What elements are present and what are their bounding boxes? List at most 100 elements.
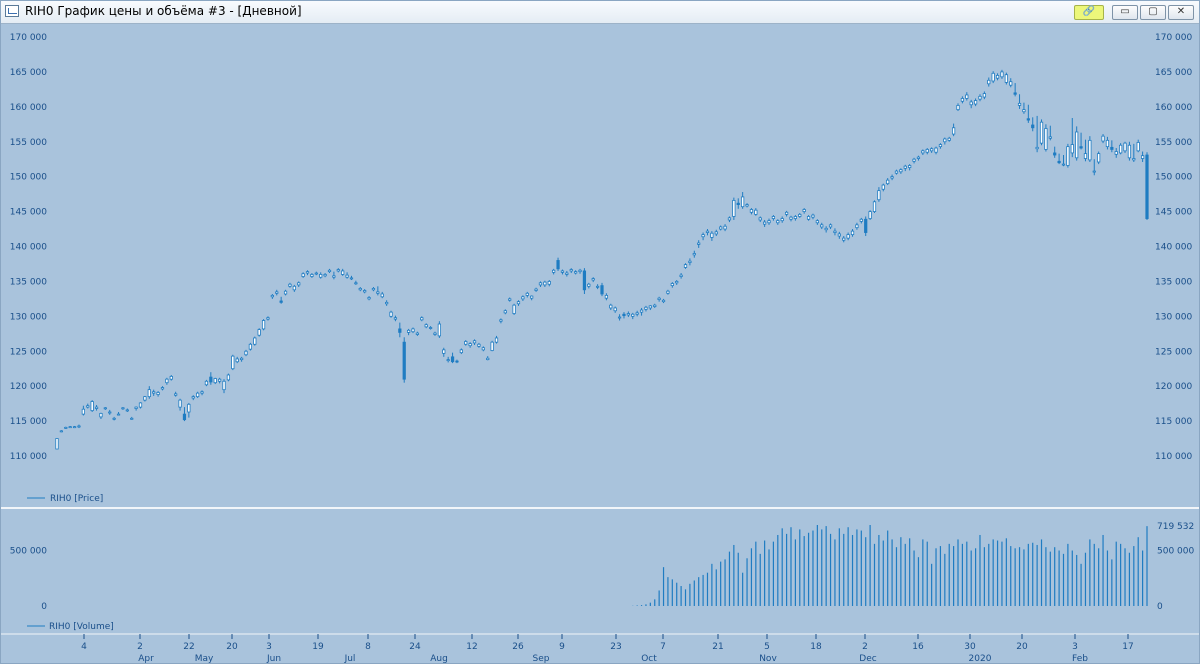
price-ytick-right: 140 000 — [1155, 243, 1192, 253]
candle-body — [90, 401, 94, 412]
price-ytick-right: 135 000 — [1155, 277, 1192, 287]
candle-body — [1079, 146, 1083, 149]
candle-body — [261, 320, 266, 330]
candle-body — [235, 358, 239, 363]
candle-body — [560, 270, 565, 273]
candle-body — [490, 341, 494, 351]
xaxis-month-label: 2020 — [969, 654, 992, 663]
xaxis-day-label: 9 — [559, 642, 565, 652]
candle-body — [266, 317, 270, 320]
candle-body — [103, 407, 107, 410]
candle-body — [1044, 128, 1048, 150]
candle-body — [182, 413, 187, 421]
volume-ytick-right: 500 000 — [1157, 547, 1194, 557]
xaxis-day-label: 12 — [466, 642, 477, 652]
candle-body — [508, 298, 512, 301]
candle-body — [784, 211, 789, 215]
candle-body — [380, 293, 384, 298]
candle-body — [1048, 136, 1052, 139]
candle-body — [112, 417, 116, 420]
candle-body — [934, 147, 938, 153]
price-ytick-left: 170 000 — [10, 33, 47, 43]
candle-body — [683, 264, 688, 268]
candle-body — [196, 392, 200, 398]
candle-body — [969, 101, 973, 106]
candle-body — [705, 230, 710, 233]
candle-body — [626, 313, 630, 316]
candle-body — [595, 285, 600, 288]
xaxis-month-label: Apr — [138, 654, 154, 663]
price-ytick-right: 130 000 — [1155, 312, 1192, 322]
candle-body — [428, 327, 433, 329]
candle-body — [464, 341, 468, 345]
candle-body — [125, 409, 129, 412]
price-ytick-left: 150 000 — [10, 173, 47, 183]
candle-body — [116, 413, 121, 416]
xaxis-day-label: 30 — [964, 642, 976, 652]
candle-body — [859, 218, 863, 222]
candle-body — [894, 170, 899, 174]
candle-body — [1097, 153, 1101, 163]
candle-body — [719, 226, 723, 230]
candle-body — [301, 273, 305, 277]
pane-separator[interactable] — [1, 507, 1199, 509]
candle-body — [776, 220, 780, 224]
chart-canvas[interactable]: 110 000 110 000115 000 115 000120 000 120 0… — [1, 1, 1199, 663]
xaxis-month-label: Dec — [859, 654, 876, 663]
price-legend-label: RIH0 [Price] — [50, 494, 103, 504]
candle-body — [1022, 109, 1026, 113]
candle-body — [1088, 139, 1092, 161]
candle-body — [877, 190, 881, 201]
candle-body — [336, 269, 340, 272]
candle-body — [666, 290, 670, 294]
candle-body — [143, 396, 147, 401]
xaxis-day-label: 8 — [365, 642, 371, 652]
candle-body — [609, 304, 613, 309]
candle-body — [692, 253, 696, 256]
candle-body — [68, 426, 72, 429]
xaxis-day-label: 3 — [1072, 642, 1078, 652]
candle-body — [1136, 142, 1140, 152]
candle-body — [916, 156, 921, 159]
candle-body — [516, 301, 521, 305]
xaxis-day-label: 7 — [660, 642, 666, 652]
candle-body — [319, 274, 323, 278]
price-ytick-right: 120 000 — [1155, 382, 1192, 392]
candle-body — [525, 292, 529, 296]
candle-body — [503, 310, 507, 314]
candle-body — [512, 304, 516, 314]
candle-body — [486, 357, 490, 361]
price-ytick-right: 165 000 — [1155, 68, 1192, 78]
price-ytick-right: 115 000 — [1155, 417, 1192, 427]
candle-body — [420, 317, 424, 321]
candle-body — [991, 72, 995, 82]
candle-body — [354, 282, 358, 285]
candle-body — [437, 323, 441, 337]
candle-body — [569, 269, 573, 272]
candle-body — [552, 269, 556, 273]
candle-body — [903, 165, 907, 169]
price-ytick-left: 110 000 — [10, 452, 47, 462]
candle-body — [780, 218, 784, 222]
candle-body — [938, 144, 943, 148]
candle-body — [688, 260, 692, 263]
candle-body — [587, 283, 591, 287]
price-ytick-right: 155 000 — [1155, 138, 1192, 148]
candle-body — [1070, 144, 1074, 154]
xaxis-day-label: 19 — [312, 642, 324, 652]
candle-body — [283, 290, 288, 295]
candle-body — [930, 148, 934, 152]
candle-body — [670, 283, 674, 287]
candle-body — [472, 340, 477, 344]
candle-body — [793, 216, 797, 219]
candle-body — [200, 391, 204, 394]
candle-body — [543, 281, 547, 286]
candle-body — [956, 105, 960, 111]
volume-ytick-left: 500 000 — [10, 547, 47, 557]
candle-body — [846, 234, 850, 239]
candle-body — [481, 347, 485, 351]
candle-body — [310, 274, 314, 277]
candle-body — [886, 179, 890, 185]
candle-body — [398, 328, 402, 333]
candle-body — [1075, 131, 1079, 159]
